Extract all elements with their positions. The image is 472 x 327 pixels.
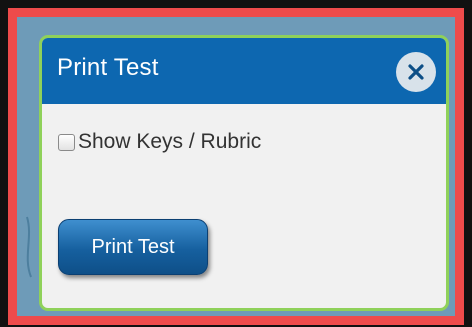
screenshot-frame: Print Test Show Keys / Rubric Print Test (0, 0, 472, 327)
dialog-title: Print Test (57, 54, 159, 81)
dialog-header: Print Test (42, 38, 446, 104)
show-keys-checkbox[interactable] (58, 133, 75, 151)
print-test-dialog: Print Test Show Keys / Rubric Print Test (39, 35, 449, 311)
close-icon (408, 64, 424, 80)
close-button[interactable] (396, 52, 436, 92)
show-keys-option[interactable]: Show Keys / Rubric (58, 130, 261, 154)
show-keys-label: Show Keys / Rubric (78, 130, 262, 153)
highlight-outline: Print Test Show Keys / Rubric Print Test (8, 8, 464, 325)
print-test-button[interactable]: Print Test (58, 219, 208, 275)
